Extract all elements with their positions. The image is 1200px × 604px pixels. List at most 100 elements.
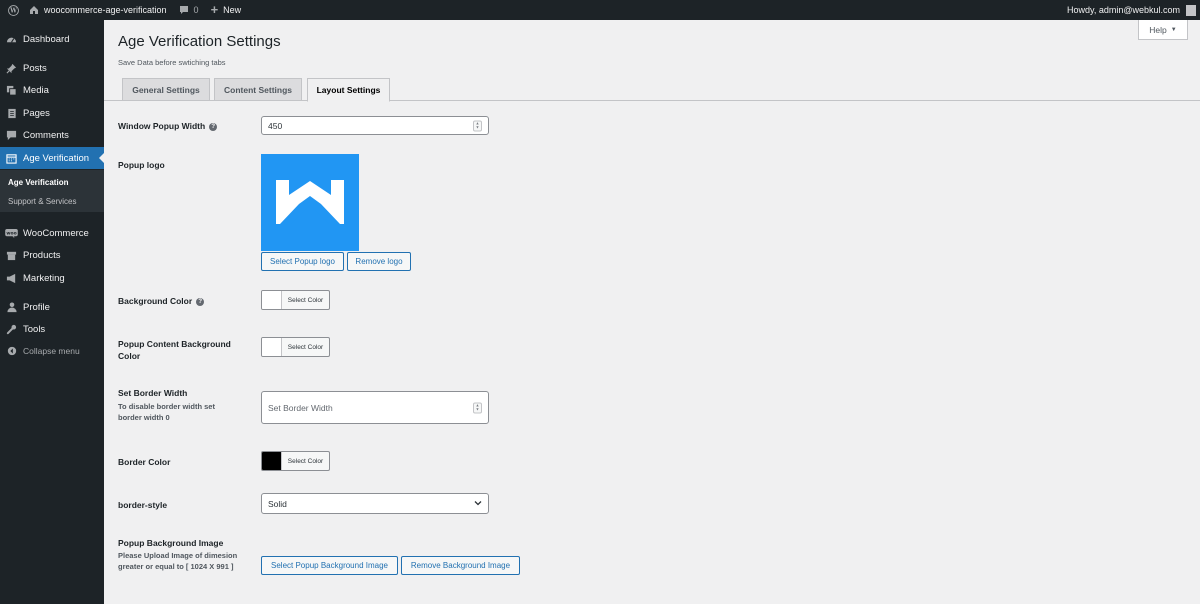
calendar-icon — [0, 153, 23, 164]
sidebar-item-label: Profile — [23, 301, 50, 313]
select-color-label: Select Color — [287, 343, 324, 351]
svg-text:W: W — [9, 7, 17, 14]
tab-content-settings[interactable]: Content Settings — [214, 78, 302, 101]
user-icon — [0, 301, 23, 313]
help-button[interactable]: Help ▼ — [1138, 20, 1188, 40]
submenu-item-support[interactable]: Support & Services — [8, 197, 76, 206]
help-question-icon[interactable]: ? — [209, 122, 218, 131]
help-label: Help — [1149, 24, 1167, 35]
background-color-label: Background Color? — [118, 295, 205, 307]
sidebar-item-label: Tools — [23, 323, 46, 335]
content-bg-color-label: Popup Content Background Color — [118, 339, 231, 361]
settings-tabs: General Settings Content Settings Layout… — [104, 76, 1200, 102]
page-subtitle: Save Data before swtiching tabs — [118, 58, 226, 67]
comment-icon — [0, 130, 23, 141]
plus-icon: + — [210, 2, 219, 17]
page-title: Age Verification Settings — [118, 33, 281, 50]
color-swatch — [262, 452, 282, 470]
sidebar-item-comments[interactable]: Comments — [0, 124, 104, 146]
main-content: Help ▼ Age Verification Settings Save Da… — [104, 20, 1200, 604]
site-name: woocommerce-age-verification — [44, 5, 167, 15]
sidebar-item-marketing[interactable]: Marketing — [0, 267, 104, 289]
megaphone-icon — [0, 273, 23, 284]
sidebar-item-label: Pages — [23, 107, 50, 119]
sidebar-item-label: Products — [23, 249, 61, 261]
site-name-link[interactable]: woocommerce-age-verification — [23, 0, 173, 20]
sidebar-item-label: WooCommerce — [23, 227, 89, 239]
border-width-input[interactable]: Set Border Width ▲ ▼ — [261, 391, 489, 424]
home-icon — [29, 5, 39, 15]
tab-general-settings[interactable]: General Settings — [122, 78, 210, 101]
background-color-picker[interactable]: Select Color — [261, 290, 330, 310]
select-color-label: Select Color — [287, 296, 324, 304]
select-popup-logo-button[interactable]: Select Popup logo — [261, 252, 344, 271]
sidebar-item-label: Marketing — [23, 272, 65, 284]
sidebar-item-label: Media — [23, 84, 49, 96]
select-bg-image-button[interactable]: Select Popup Background Image — [261, 556, 398, 575]
sidebar-item-age-verification[interactable]: Age Verification — [0, 147, 104, 169]
remove-logo-button[interactable]: Remove logo — [347, 252, 411, 271]
sidebar-item-products[interactable]: Products — [0, 244, 104, 266]
sidebar-item-label: Collapse menu — [23, 346, 80, 356]
border-width-note: To disable border width set border width… — [118, 402, 215, 422]
sidebar-item-label: Age Verification — [23, 152, 90, 164]
color-swatch — [262, 291, 282, 309]
border-width-placeholder: Set Border Width — [268, 402, 333, 413]
caret-down-icon: ▼ — [1170, 26, 1177, 33]
page-icon — [0, 108, 23, 119]
admin-bar: W woocommerce-age-verification 0 + New H… — [0, 0, 1200, 20]
background-color-label-text: Background Color — [118, 296, 193, 306]
remove-bg-image-button[interactable]: Remove Background Image — [401, 556, 520, 575]
number-spinner-icon[interactable]: ▲ ▼ — [473, 120, 482, 131]
tab-layout-settings[interactable]: Layout Settings — [307, 78, 390, 102]
border-style-select[interactable]: Solid — [261, 493, 489, 514]
number-spinner-icon[interactable]: ▲ ▼ — [473, 402, 482, 413]
sidebar-item-tools[interactable]: Tools — [0, 318, 104, 340]
bg-image-note: Please Upload Image of dimesion greater … — [118, 551, 238, 571]
border-color-label: Border Color — [118, 457, 171, 467]
comment-bubble-icon — [179, 5, 189, 15]
content-bg-color-picker[interactable]: Select Color — [261, 337, 330, 357]
border-width-label: Set Border Width — [118, 388, 188, 398]
pin-icon — [0, 63, 23, 74]
wrench-icon — [0, 324, 23, 335]
help-question-icon[interactable]: ? — [196, 297, 205, 306]
sidebar-item-woocommerce[interactable]: woo WooCommerce — [0, 222, 104, 244]
wordpress-logo-icon[interactable]: W — [3, 0, 23, 20]
woo-icon: woo — [0, 228, 23, 238]
chevron-down-icon — [473, 497, 483, 511]
popup-logo-label: Popup logo — [118, 160, 165, 170]
popup-logo-preview — [261, 154, 359, 251]
popup-width-input[interactable]: 450 ▲ ▼ — [261, 116, 489, 135]
collapse-menu-button[interactable]: Collapse menu — [0, 340, 104, 362]
age-verification-submenu: Age Verification Support & Services — [0, 170, 104, 212]
border-color-picker[interactable]: Select Color — [261, 451, 330, 471]
admin-sidebar: Dashboard Posts Media Pages Comments Age… — [0, 20, 104, 604]
svg-text:woo: woo — [6, 231, 16, 236]
submenu-item-age-verification[interactable]: Age Verification — [8, 178, 68, 187]
dashboard-icon — [0, 34, 23, 45]
sidebar-item-pages[interactable]: Pages — [0, 102, 104, 124]
bg-image-label: Popup Background Image — [118, 538, 224, 548]
new-label: New — [223, 5, 242, 15]
collapse-icon — [0, 346, 23, 356]
popup-width-label: Window Popup Width? — [118, 120, 218, 132]
sidebar-item-media[interactable]: Media — [0, 79, 104, 101]
border-style-label: border-style — [118, 500, 168, 510]
sidebar-item-posts[interactable]: Posts — [0, 57, 104, 79]
color-swatch — [262, 338, 282, 356]
my-account-link[interactable]: Howdy, admin@webkul.com — [1061, 0, 1200, 20]
comments-count: 0 — [193, 5, 199, 15]
new-content-link[interactable]: + New — [205, 0, 248, 20]
sidebar-item-label: Dashboard — [23, 33, 70, 45]
sidebar-item-profile[interactable]: Profile — [0, 296, 104, 318]
select-color-label: Select Color — [287, 457, 324, 465]
sidebar-item-dashboard[interactable]: Dashboard — [0, 28, 104, 50]
border-style-value: Solid — [268, 498, 287, 509]
avatar — [1186, 4, 1196, 16]
sidebar-item-label: Comments — [23, 129, 69, 141]
comments-link[interactable]: 0 — [173, 0, 205, 20]
popup-width-label-text: Window Popup Width — [118, 121, 206, 131]
sidebar-item-label: Posts — [23, 62, 47, 74]
archive-icon — [0, 250, 23, 261]
